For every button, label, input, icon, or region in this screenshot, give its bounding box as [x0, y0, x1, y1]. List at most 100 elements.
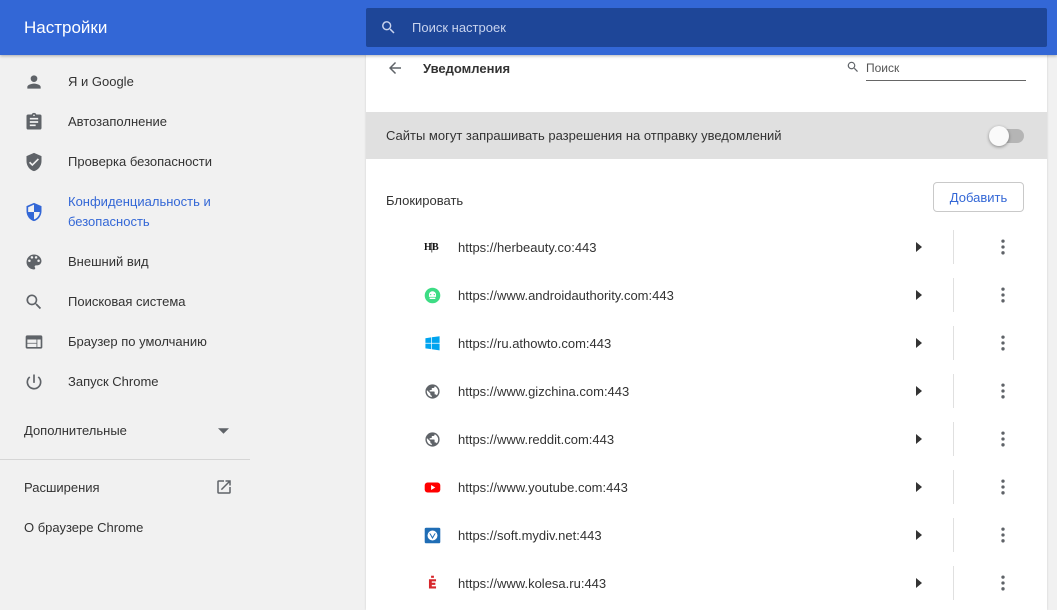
extensions-label: Расширения	[24, 479, 100, 495]
advanced-label: Дополнительные	[24, 422, 127, 438]
site-search-input[interactable]: Поиск	[847, 59, 1026, 81]
sidebar-item-safety-check[interactable]: Проверка безопасности	[0, 142, 250, 182]
power-icon	[26, 374, 42, 390]
clipboard-icon	[26, 112, 42, 130]
site-row[interactable]: https://www.gizchina.com:443	[366, 367, 1047, 415]
site-row[interactable]: https://ru.athowto.com:443	[366, 319, 1047, 367]
ask-permission-row[interactable]: Сайты могут запрашивать разрешения на от…	[366, 112, 1047, 159]
site-row[interactable]: https://www.androidauthority.com:443	[366, 271, 1047, 319]
sidebar-item-label: Автозаполнение	[68, 114, 168, 129]
sidebar-item-label: Браузер по умолчанию	[68, 334, 207, 349]
toggle-knob	[989, 126, 1009, 146]
sidebar-advanced-toggle[interactable]: Дополнительные	[0, 410, 250, 450]
site-row[interactable]: https://www.reddit.com:443	[366, 415, 1047, 463]
site-url: https://www.gizchina.com:443	[458, 384, 630, 399]
row-separator	[953, 326, 954, 360]
search-placeholder: Поиск настроек	[412, 20, 506, 35]
sidebar-item-privacy-security[interactable]: Конфиденциальность и безопасность	[0, 182, 250, 242]
search-icon	[26, 294, 42, 310]
sidebar-item-label: Запуск Chrome	[68, 374, 159, 389]
site-url: https://ru.athowto.com:443	[458, 336, 612, 351]
search-icon	[847, 61, 858, 72]
block-section-label: Блокировать	[386, 193, 464, 208]
more-vert-icon[interactable]	[993, 285, 1013, 305]
site-row[interactable]: https://www.youtube.com:443	[366, 463, 1047, 511]
shield-icon	[26, 202, 42, 222]
site-url: https://www.kolesa.ru:443	[458, 576, 607, 591]
caret-down-icon	[218, 428, 229, 434]
more-vert-icon[interactable]	[993, 573, 1013, 593]
site-url: https://www.youtube.com:443	[458, 480, 628, 495]
notifications-toggle[interactable]	[989, 126, 1024, 146]
herbeauty-logo-icon: H|B	[424, 242, 439, 253]
chevron-right-icon[interactable]	[914, 337, 924, 349]
site-url: https://soft.mydiv.net:443	[458, 528, 602, 543]
shield-check-icon	[26, 152, 42, 172]
row-separator	[953, 374, 954, 408]
about-label: О браузере Chrome	[24, 519, 144, 535]
add-site-button[interactable]: Добавить	[933, 182, 1024, 212]
sidebar-item-label: Внешний вид	[68, 254, 149, 269]
more-vert-icon[interactable]	[993, 477, 1013, 497]
globe-icon	[425, 384, 440, 399]
chevron-right-icon[interactable]	[914, 241, 924, 253]
open-in-new-icon	[217, 480, 231, 494]
settings-search-input[interactable]: Поиск настроек	[366, 8, 1047, 47]
sidebar-item-label: Поисковая система	[68, 294, 186, 309]
youtube-logo-icon	[424, 482, 441, 493]
sidebar-item-you-and-google[interactable]: Я и Google	[0, 62, 250, 102]
site-url: https://www.androidauthority.com:443	[458, 288, 674, 303]
row-separator	[953, 230, 954, 264]
windows-logo-icon	[425, 336, 440, 351]
sidebar-item-search-engine[interactable]: Поисковая система	[0, 282, 250, 322]
row-separator	[953, 566, 954, 600]
notifications-card: Уведомления Поиск Сайты могут запрашиват…	[366, 55, 1047, 610]
chevron-right-icon[interactable]	[914, 529, 924, 541]
search-icon	[382, 21, 395, 34]
site-search-placeholder: Поиск	[866, 61, 900, 75]
sidebar-item-label: Конфиденциальность и безопасность	[68, 194, 211, 229]
androidauthority-logo-icon	[424, 287, 441, 304]
chevron-right-icon[interactable]	[914, 481, 924, 493]
more-vert-icon[interactable]	[993, 237, 1013, 257]
globe-icon	[425, 432, 440, 447]
mydiv-logo-icon	[424, 527, 441, 544]
row-separator	[953, 278, 954, 312]
person-icon	[27, 75, 41, 89]
sidebar-item-on-startup[interactable]: Запуск Chrome	[0, 362, 250, 402]
site-url: https://herbeauty.co:443	[458, 240, 597, 255]
sidebar-item-appearance[interactable]: Внешний вид	[0, 242, 250, 282]
row-separator	[953, 422, 954, 456]
browser-window-icon	[25, 335, 43, 349]
sidebar-item-about-chrome[interactable]: О браузере Chrome	[0, 507, 250, 547]
chevron-right-icon[interactable]	[914, 433, 924, 445]
sidebar-item-autofill[interactable]: Автозаполнение	[0, 102, 250, 142]
more-vert-icon[interactable]	[993, 429, 1013, 449]
row-separator	[953, 470, 954, 504]
kolesa-logo-icon	[428, 575, 437, 589]
sidebar-item-extensions[interactable]: Расширения	[0, 467, 250, 507]
chevron-right-icon[interactable]	[914, 289, 924, 301]
page-title: Уведомления	[423, 61, 511, 76]
site-row[interactable]: https://www.kolesa.ru:443	[366, 559, 1047, 607]
sidebar-item-default-browser[interactable]: Браузер по умолчанию	[0, 322, 250, 362]
chevron-right-icon[interactable]	[914, 385, 924, 397]
site-url: https://www.reddit.com:443	[458, 432, 615, 447]
card-header: Уведомления Поиск	[366, 55, 1047, 112]
sidebar: Я и Google Автозаполнение Проверка безоп…	[0, 55, 250, 610]
site-row[interactable]: https://soft.mydiv.net:443	[366, 511, 1047, 559]
sidebar-item-label: Я и Google	[68, 74, 134, 89]
site-row[interactable]: H|B https://herbeauty.co:443	[366, 223, 1047, 271]
sidebar-divider	[0, 459, 250, 460]
back-arrow-icon[interactable]	[386, 59, 404, 77]
top-bar: Настройки Поиск настроек	[0, 0, 1057, 55]
more-vert-icon[interactable]	[993, 333, 1013, 353]
toggle-label: Сайты могут запрашивать разрешения на от…	[386, 128, 782, 143]
app-title: Настройки	[24, 18, 108, 37]
more-vert-icon[interactable]	[993, 381, 1013, 401]
more-vert-icon[interactable]	[993, 525, 1013, 545]
chevron-right-icon[interactable]	[914, 577, 924, 589]
palette-icon	[26, 254, 42, 270]
sidebar-item-label: Проверка безопасности	[68, 154, 213, 169]
row-separator	[953, 518, 954, 552]
